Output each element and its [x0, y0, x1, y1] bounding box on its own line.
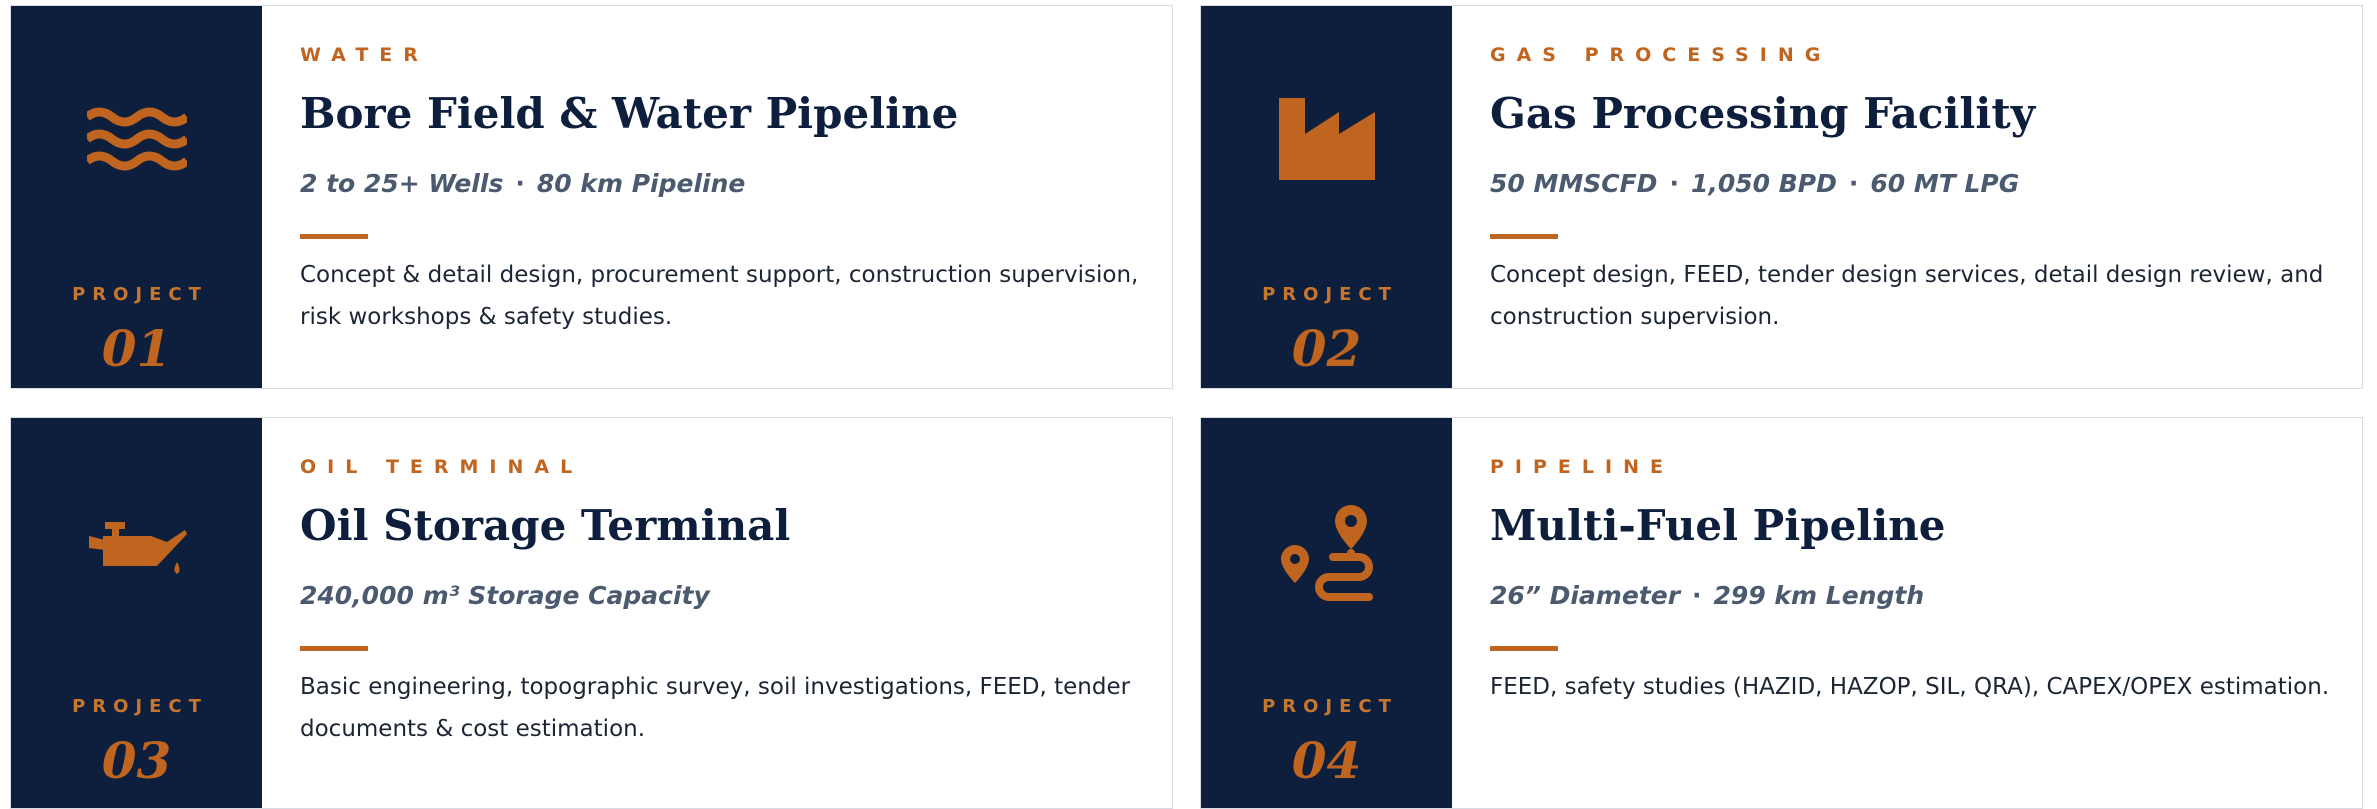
spec-item: 299 km Length — [1713, 581, 1925, 610]
project-label: PROJECT — [1262, 284, 1398, 305]
spec-item: 26” Diameter — [1490, 581, 1681, 610]
project-title: Oil Storage Terminal — [300, 501, 791, 550]
spec-item: 1,050 BPD — [1690, 169, 1837, 198]
project-sidebar: PROJECT 03 — [11, 418, 262, 808]
spec-separator: · — [1692, 581, 1702, 610]
route-icon — [1201, 496, 1452, 606]
spec-separator: · — [1848, 169, 1859, 198]
water-waves-icon — [11, 84, 262, 194]
factory-icon — [1201, 84, 1452, 194]
project-card-04: PROJECT 04 PIPELINE Multi-Fuel Pipeline … — [1200, 417, 2363, 809]
spec-separator: · — [515, 169, 525, 198]
project-description: FEED, safety studies (HAZID, HAZOP, SIL,… — [1490, 674, 2330, 700]
project-body: GAS PROCESSING Gas Processing Facility 5… — [1490, 6, 2332, 388]
project-body: OIL TERMINAL Oil Storage Terminal 240,00… — [300, 418, 1142, 808]
project-specs: 2 to 25+ Wells · 80 km Pipeline — [300, 169, 745, 198]
project-body: WATER Bore Field & Water Pipeline 2 to 2… — [300, 6, 1142, 388]
spec-item: 60 MT LPG — [1870, 169, 2020, 198]
project-title: Multi-Fuel Pipeline — [1490, 501, 1946, 550]
oil-can-icon — [11, 496, 262, 606]
project-label: PROJECT — [72, 284, 208, 305]
project-card-02: PROJECT 02 GAS PROCESSING Gas Processing… — [1200, 5, 2363, 389]
project-label: PROJECT — [72, 696, 208, 717]
project-label: PROJECT — [1262, 696, 1398, 717]
spec-item: 50 MMSCFD — [1490, 169, 1658, 198]
spec-item: 240,000 m³ Storage Capacity — [300, 581, 710, 610]
project-sidebar: PROJECT 04 — [1201, 418, 1452, 808]
accent-rule — [1490, 234, 1558, 239]
project-specs: 240,000 m³ Storage Capacity — [300, 581, 710, 610]
project-specs: 50 MMSCFD · 1,050 BPD · 60 MT LPG — [1490, 169, 2019, 198]
accent-rule — [1490, 646, 1558, 651]
project-title: Bore Field & Water Pipeline — [300, 89, 959, 138]
project-description: Concept & detail design, procurement sup… — [300, 262, 1139, 330]
accent-rule — [300, 234, 368, 239]
spec-item: 80 km Pipeline — [536, 169, 746, 198]
project-description: Concept design, FEED, tender design serv… — [1490, 262, 2324, 330]
spec-item: 2 to 25+ Wells — [300, 169, 504, 198]
project-sidebar: PROJECT 02 — [1201, 6, 1452, 388]
project-card-01: PROJECT 01 WATER Bore Field & Water Pipe… — [10, 5, 1173, 389]
project-category: WATER — [300, 44, 429, 66]
project-sidebar: PROJECT 01 — [11, 6, 262, 388]
project-number: 04 — [1291, 731, 1362, 790]
project-card-03: PROJECT 03 OIL TERMINAL Oil Storage Term… — [10, 417, 1173, 809]
project-specs: 26” Diameter · 299 km Length — [1490, 581, 1924, 610]
spec-separator: · — [1669, 169, 1679, 198]
project-body: PIPELINE Multi-Fuel Pipeline 26” Diamete… — [1490, 418, 2332, 808]
projects-grid: PROJECT 01 WATER Bore Field & Water Pipe… — [0, 0, 2377, 809]
project-description: Basic engineering, topographic survey, s… — [300, 674, 1131, 742]
project-title: Gas Processing Facility — [1490, 89, 2036, 138]
accent-rule — [300, 646, 368, 651]
project-category: PIPELINE — [1490, 456, 1674, 478]
project-number: 03 — [101, 731, 172, 790]
project-number: 02 — [1291, 319, 1362, 378]
project-number: 01 — [101, 319, 172, 378]
project-category: OIL TERMINAL — [300, 456, 584, 478]
project-category: GAS PROCESSING — [1490, 44, 1832, 66]
